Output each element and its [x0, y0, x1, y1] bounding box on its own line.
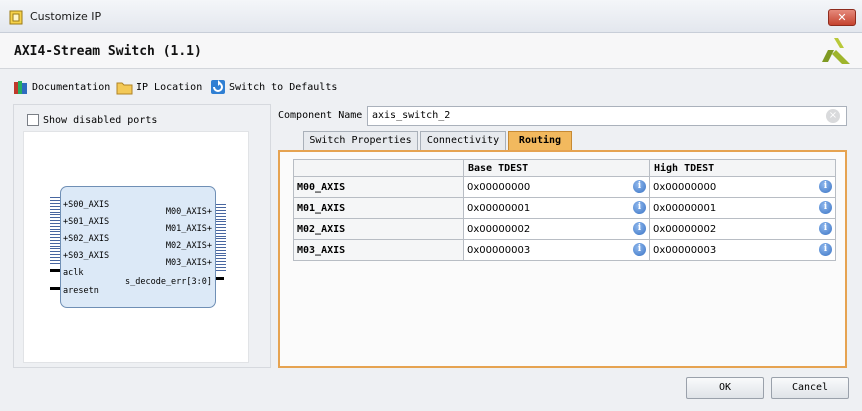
high-tdest-value: 0x00000001 [653, 202, 717, 214]
bus-stub [50, 231, 60, 247]
port-m00-axis: M00_AXIS+ [165, 207, 212, 217]
high-tdest-field[interactable]: 0x00000000 i [649, 176, 836, 198]
port-m02-axis: M02_AXIS+ [165, 241, 212, 251]
header-empty [293, 159, 464, 177]
row-name: M01_AXIS [293, 197, 464, 219]
row-name: M03_AXIS [293, 239, 464, 261]
toolbar: Documentation IP Location Switch to Defa… [0, 69, 862, 103]
header-high-tdest: High TDEST [649, 159, 836, 177]
show-disabled-checkbox[interactable] [27, 114, 39, 126]
bus-stub [50, 248, 60, 264]
refresh-icon [211, 80, 225, 94]
cancel-button[interactable]: Cancel [771, 377, 849, 399]
base-tdest-value: 0x00000000 [467, 181, 531, 193]
header-base-tdest: Base TDEST [463, 159, 650, 177]
high-tdest-field[interactable]: 0x00000003 i [649, 239, 836, 261]
bus-stub [216, 255, 226, 271]
port-m03-axis: M03_AXIS+ [165, 258, 212, 268]
bus-stub [216, 204, 226, 220]
table-row: M00_AXIS 0x00000000 i 0x00000000 i [293, 176, 836, 198]
info-icon[interactable]: i [633, 201, 646, 214]
routing-table: Base TDEST High TDEST M00_AXIS 0x0000000… [293, 159, 836, 261]
base-tdest-field[interactable]: 0x00000001 i [463, 197, 650, 219]
table-header: Base TDEST High TDEST [293, 159, 836, 177]
base-tdest-value: 0x00000001 [467, 202, 531, 214]
port-m01-axis: M01_AXIS+ [165, 224, 212, 234]
port-s01-axis: +S01_AXIS [63, 217, 110, 227]
port-aresetn: aresetn [63, 286, 99, 296]
port-s02-axis: +S02_AXIS [63, 234, 110, 244]
tab-routing[interactable]: Routing [508, 131, 572, 150]
info-icon[interactable]: i [633, 243, 646, 256]
table-row: M03_AXIS 0x00000003 i 0x00000003 i [293, 239, 836, 261]
wire-aresetn [50, 287, 60, 290]
switch-defaults-label: Switch to Defaults [229, 81, 338, 93]
info-icon[interactable]: i [819, 243, 832, 256]
high-tdest-value: 0x00000002 [653, 223, 717, 235]
ok-button[interactable]: OK [686, 377, 764, 399]
table-row: M01_AXIS 0x00000001 i 0x00000001 i [293, 197, 836, 219]
high-tdest-field[interactable]: 0x00000002 i [649, 218, 836, 240]
info-icon[interactable]: i [819, 180, 832, 193]
tab-connectivity[interactable]: Connectivity [420, 131, 506, 150]
high-tdest-value: 0x00000003 [653, 244, 717, 256]
routing-panel: Base TDEST High TDEST M00_AXIS 0x0000000… [278, 150, 847, 368]
port-aclk: aclk [63, 268, 84, 278]
base-tdest-value: 0x00000003 [467, 244, 531, 256]
component-name-label: Component Name [278, 110, 363, 121]
ip-location-button[interactable]: IP Location [116, 79, 202, 95]
base-tdest-value: 0x00000002 [467, 223, 531, 235]
port-s03-axis: +S03_AXIS [63, 251, 110, 261]
info-icon[interactable]: i [819, 201, 832, 214]
clear-icon[interactable]: × [826, 109, 840, 123]
ip-location-label: IP Location [136, 81, 203, 93]
wire-aclk [50, 269, 60, 272]
tab-switch-properties[interactable]: Switch Properties [303, 131, 418, 150]
switch-defaults-button[interactable]: Switch to Defaults [210, 79, 337, 95]
xilinx-logo [822, 38, 850, 64]
high-tdest-value: 0x00000000 [653, 181, 717, 193]
books-icon [14, 81, 27, 94]
bus-stub [50, 214, 60, 230]
component-name-input[interactable]: axis_switch_2 [367, 106, 847, 126]
bus-stub [216, 221, 226, 237]
show-disabled-ports[interactable]: Show disabled ports [27, 114, 157, 126]
ip-symbol-canvas: +S00_AXIS +S01_AXIS +S02_AXIS +S03_AXIS … [23, 131, 249, 363]
ip-title: AXI4-Stream Switch (1.1) [14, 44, 202, 59]
folder-icon [116, 82, 133, 94]
base-tdest-field[interactable]: 0x00000002 i [463, 218, 650, 240]
wire-decode-err [216, 277, 224, 280]
port-s00-axis: +S00_AXIS [63, 200, 110, 210]
high-tdest-field[interactable]: 0x00000001 i [649, 197, 836, 219]
ip-block: +S00_AXIS +S01_AXIS +S02_AXIS +S03_AXIS … [60, 186, 216, 308]
base-tdest-field[interactable]: 0x00000003 i [463, 239, 650, 261]
row-name: M00_AXIS [293, 176, 464, 198]
bus-stub [216, 238, 226, 254]
ip-header: AXI4-Stream Switch (1.1) [0, 33, 862, 69]
port-decode-err: s_decode_err[3:0] [125, 277, 212, 287]
symbol-panel: Show disabled ports +S00_AXIS +S01_AXIS … [13, 104, 271, 368]
window-title: Customize IP [30, 10, 102, 23]
info-icon[interactable]: i [633, 222, 646, 235]
info-icon[interactable]: i [819, 222, 832, 235]
table-row: M02_AXIS 0x00000002 i 0x00000002 i [293, 218, 836, 240]
bus-stub [50, 197, 60, 213]
title-bar: Customize IP ✕ [0, 0, 862, 33]
documentation-label: Documentation [32, 81, 111, 93]
show-disabled-label: Show disabled ports [43, 114, 158, 126]
info-icon[interactable]: i [633, 180, 646, 193]
documentation-button[interactable]: Documentation [13, 79, 110, 95]
base-tdest-field[interactable]: 0x00000000 i [463, 176, 650, 198]
close-button[interactable]: ✕ [828, 9, 856, 26]
row-name: M02_AXIS [293, 218, 464, 240]
customize-ip-icon [9, 10, 23, 25]
